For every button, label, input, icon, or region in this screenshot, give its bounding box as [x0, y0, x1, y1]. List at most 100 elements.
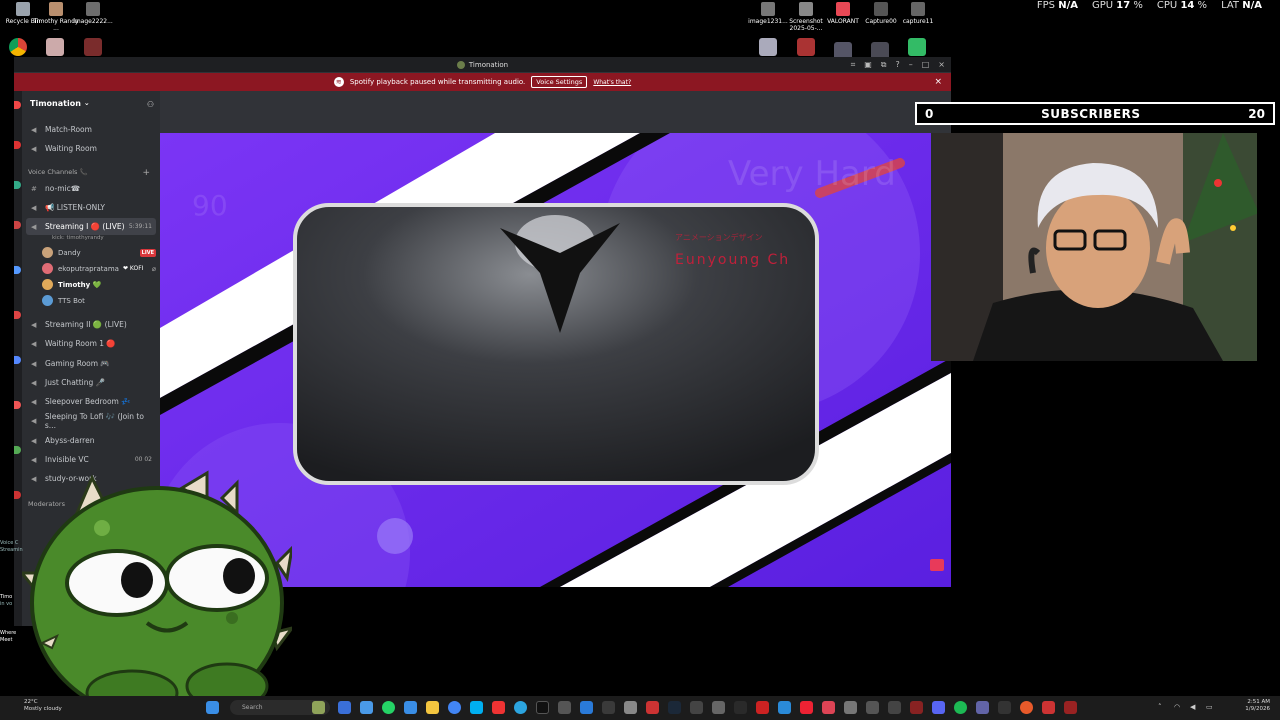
- webcam-image: [933, 133, 1257, 361]
- server-icon[interactable]: [14, 266, 21, 274]
- chevron-up-icon[interactable]: ˄: [1158, 703, 1162, 711]
- battery-icon[interactable]: ▭: [1206, 703, 1213, 711]
- server-icon[interactable]: [14, 356, 21, 364]
- app-shortcut-icon[interactable]: [908, 38, 926, 56]
- teams-icon[interactable]: [976, 701, 989, 714]
- server-icon[interactable]: [14, 141, 21, 149]
- channel-abyss-darren[interactable]: ◀ Abyss-darren: [26, 432, 156, 449]
- server-icon[interactable]: [14, 181, 21, 189]
- server-icon[interactable]: [14, 101, 21, 109]
- app-icon[interactable]: [492, 701, 505, 714]
- server-header[interactable]: Timonation ⌄ ⚇: [22, 91, 160, 115]
- app-icon[interactable]: [580, 701, 593, 714]
- file-explorer-icon[interactable]: [426, 701, 439, 714]
- profile-picture-icon[interactable]: [46, 38, 64, 56]
- subscriber-count: 0: [925, 106, 934, 121]
- app-icon[interactable]: [888, 701, 901, 714]
- volume-icon[interactable]: ◀: [1190, 703, 1195, 711]
- whats-that-link[interactable]: What's that?: [593, 79, 631, 86]
- discord-taskbar-icon[interactable]: [932, 701, 945, 714]
- app-icon[interactable]: [844, 701, 857, 714]
- channel-sleeping-to-lofi[interactable]: ◀ Sleeping To Lofi 🎶 (Join to s...: [26, 412, 156, 430]
- app-icon[interactable]: [624, 701, 637, 714]
- close-notice-icon[interactable]: ×: [934, 77, 942, 87]
- app-icon[interactable]: [734, 701, 747, 714]
- channel-streaming-2[interactable]: ◀ Streaming II 🟢 (LIVE): [26, 316, 156, 333]
- steam-icon[interactable]: [668, 701, 681, 714]
- app-icon[interactable]: [1042, 701, 1055, 714]
- close-window-icon[interactable]: ×: [938, 60, 945, 69]
- server-icon[interactable]: [14, 221, 21, 229]
- channel-streaming-1[interactable]: ◀ Streaming I 🔴 (LIVE) 5:39:11: [26, 218, 156, 235]
- server-icon[interactable]: [14, 311, 21, 319]
- app-shortcut-icon[interactable]: [759, 38, 777, 56]
- app-icon[interactable]: [404, 701, 417, 714]
- spotify-taskbar-icon[interactable]: [954, 701, 967, 714]
- subscriber-goal: 20: [1248, 106, 1265, 121]
- voice-member[interactable]: Dandy LIVE: [42, 245, 160, 260]
- chrome-taskbar-icon[interactable]: [448, 701, 461, 714]
- app-shortcut-icon[interactable]: [797, 38, 815, 56]
- app-icon[interactable]: [756, 701, 769, 714]
- help-icon[interactable]: ?: [895, 60, 899, 69]
- app-icon[interactable]: [1064, 701, 1077, 714]
- maximize-icon[interactable]: □: [922, 60, 930, 69]
- category-voice-channels[interactable]: Voice Channels 📞 +: [28, 168, 158, 178]
- lat-readout: LAT N/A: [1221, 0, 1262, 11]
- screen-share-icon[interactable]: ⧉: [881, 60, 887, 70]
- app-icon[interactable]: [558, 701, 571, 714]
- channel-waiting-room-1[interactable]: ◀ Waiting Room 1 🔴: [26, 335, 156, 352]
- weather-widget[interactable]: 22°C Mostly cloudy: [24, 699, 62, 713]
- minimize-icon[interactable]: –: [909, 60, 913, 69]
- channel-listen-only[interactable]: ◀ 📢 LISTEN-ONLY: [26, 199, 156, 216]
- app-icon[interactable]: [338, 701, 351, 714]
- windows-start-icon[interactable]: [206, 701, 219, 714]
- telegram-icon[interactable]: [514, 701, 527, 714]
- app-icon[interactable]: [910, 701, 923, 714]
- server-icon[interactable]: [14, 401, 21, 409]
- app-icon[interactable]: [602, 701, 615, 714]
- whatsapp-icon[interactable]: [382, 701, 395, 714]
- background-text: Very Hard: [728, 154, 896, 194]
- image2222-desktop-icon[interactable]: image2222...: [70, 2, 116, 25]
- pin-icon[interactable]: ⌗: [851, 60, 856, 70]
- wifi-icon[interactable]: ◠: [1174, 703, 1180, 711]
- tiktok-icon[interactable]: [536, 701, 549, 714]
- voice-member[interactable]: TTS Bot: [42, 293, 160, 308]
- invite-icon[interactable]: ⚇: [147, 100, 154, 109]
- add-channel-icon[interactable]: +: [142, 168, 150, 178]
- channel-gaming-room[interactable]: ◀ Gaming Room 🎮: [26, 355, 156, 372]
- server-icon[interactable]: [14, 446, 21, 454]
- capture11-desktop-icon[interactable]: capture11: [895, 2, 941, 25]
- app-icon[interactable]: [690, 701, 703, 714]
- voice-member[interactable]: ekoputrapratama ❤ KOFI ⌀: [42, 261, 160, 276]
- youtube-icon: [930, 559, 944, 571]
- fps-readout: FPS N/A: [1036, 0, 1078, 11]
- widget-icon[interactable]: [312, 701, 325, 714]
- chrome-icon[interactable]: [9, 38, 27, 56]
- channel-invisible-vc[interactable]: ◀ Invisible VC 00 02: [26, 451, 156, 468]
- channel-sleepover-bedroom[interactable]: ◀ Sleepover Bedroom 💤: [26, 393, 156, 410]
- voice-member[interactable]: Timothy 💚: [42, 277, 160, 292]
- skype-icon[interactable]: [470, 701, 483, 714]
- app-shortcut-icon[interactable]: [84, 38, 102, 56]
- speaker-icon: ◀: [31, 222, 37, 231]
- app-icon[interactable]: [712, 701, 725, 714]
- app-icon[interactable]: [822, 701, 835, 714]
- app-icon[interactable]: [998, 701, 1011, 714]
- app-icon[interactable]: [646, 701, 659, 714]
- voice-settings-button[interactable]: Voice Settings: [531, 76, 588, 88]
- webcam-feed: [931, 133, 1257, 361]
- channel-just-chatting[interactable]: ◀ Just Chatting 🎤: [26, 374, 156, 391]
- channel-no-mic[interactable]: # no-mic☎: [26, 180, 156, 197]
- server-icon[interactable]: [14, 491, 21, 499]
- app-icon[interactable]: [1020, 701, 1033, 714]
- inbox-icon[interactable]: ▣: [864, 60, 872, 69]
- settings-icon[interactable]: [866, 701, 879, 714]
- app-icon[interactable]: [800, 701, 813, 714]
- app-icon[interactable]: [778, 701, 791, 714]
- channel-waiting-room[interactable]: ◀ Waiting Room: [26, 140, 156, 157]
- channel-match-room[interactable]: ◀ Match-Room: [26, 121, 156, 138]
- app-icon[interactable]: [360, 701, 373, 714]
- taskbar-clock[interactable]: 2:51 AM 1/9/2026: [1245, 699, 1270, 713]
